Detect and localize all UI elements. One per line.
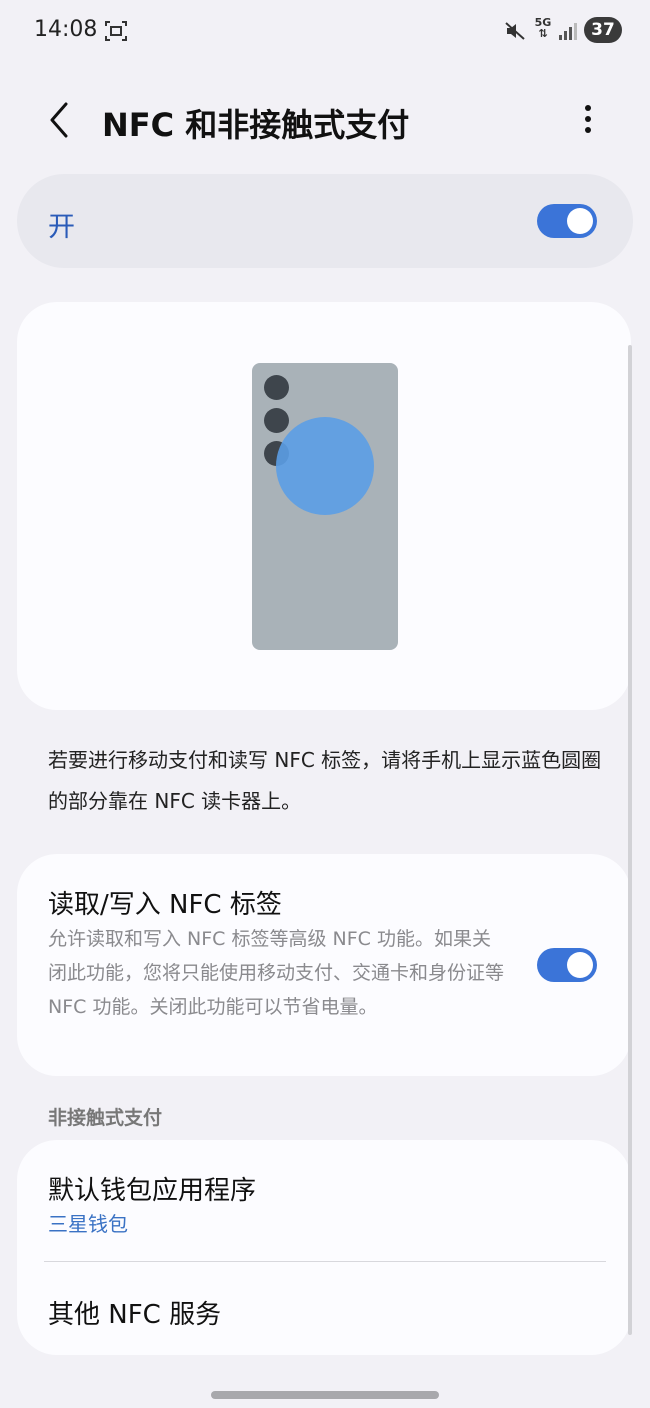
page-title: NFC 和非接触式支付 <box>102 106 410 144</box>
toggle-knob <box>567 208 593 234</box>
toggle-knob <box>567 952 593 978</box>
read-write-nfc-subtitle: 允许读取和写入 NFC 标签等高级 NFC 功能。如果关闭此功能，您将只能使用移… <box>48 928 505 1018</box>
nfc-area-indicator <box>276 417 374 515</box>
scrollbar[interactable] <box>628 345 632 1335</box>
read-write-nfc-toggle[interactable] <box>537 948 597 982</box>
back-icon <box>50 102 68 138</box>
read-write-nfc-title: 读取/写入 NFC 标签 <box>48 890 282 920</box>
more-options-button[interactable] <box>570 100 606 140</box>
home-indicator[interactable] <box>211 1391 439 1399</box>
back-button[interactable] <box>40 98 80 142</box>
battery-icon: 37 <box>584 17 622 43</box>
camera-lens-icon <box>264 408 289 433</box>
default-wallet-title: 默认钱包应用程序 <box>48 1176 257 1206</box>
more-vertical-icon <box>585 105 591 133</box>
network-type: 5G ⇅ <box>534 16 552 40</box>
nfc-master-toggle[interactable] <box>537 204 597 238</box>
other-nfc-services-title: 其他 NFC 服务 <box>48 1300 222 1330</box>
nfc-master-switch-label: 开 <box>48 212 75 243</box>
screenshot-icon <box>104 20 128 42</box>
camera-lens-icon <box>264 375 289 400</box>
default-wallet-value: 三星钱包 <box>48 1212 128 1236</box>
section-header-contactless: 非接触式支付 <box>48 1107 163 1129</box>
status-time: 14:08 <box>34 17 98 42</box>
mute-icon <box>503 20 527 42</box>
nfc-description: 若要进行移动支付和读写 NFC 标签，请将手机上显示蓝色圆圈的部分靠在 NFC … <box>48 748 602 813</box>
signal-icon <box>557 20 579 42</box>
